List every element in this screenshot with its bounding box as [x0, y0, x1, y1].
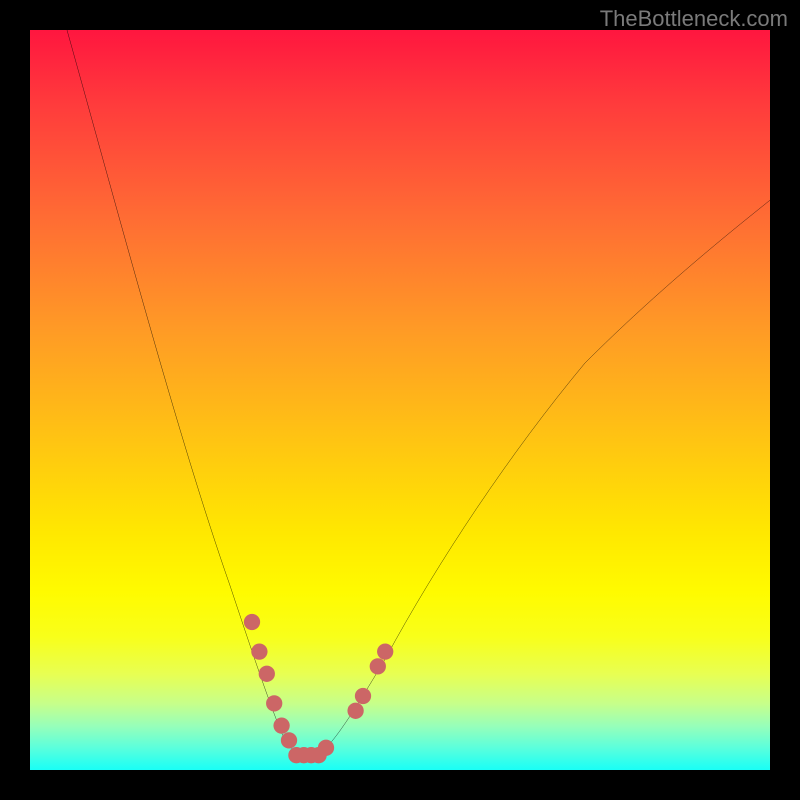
chart-frame: TheBottleneck.com — [0, 0, 800, 800]
highlight-dots — [244, 614, 393, 763]
watermark-text: TheBottleneck.com — [600, 6, 788, 32]
curve-layer — [30, 30, 770, 770]
plot-area — [30, 30, 770, 770]
bottleneck-curve — [67, 30, 770, 755]
